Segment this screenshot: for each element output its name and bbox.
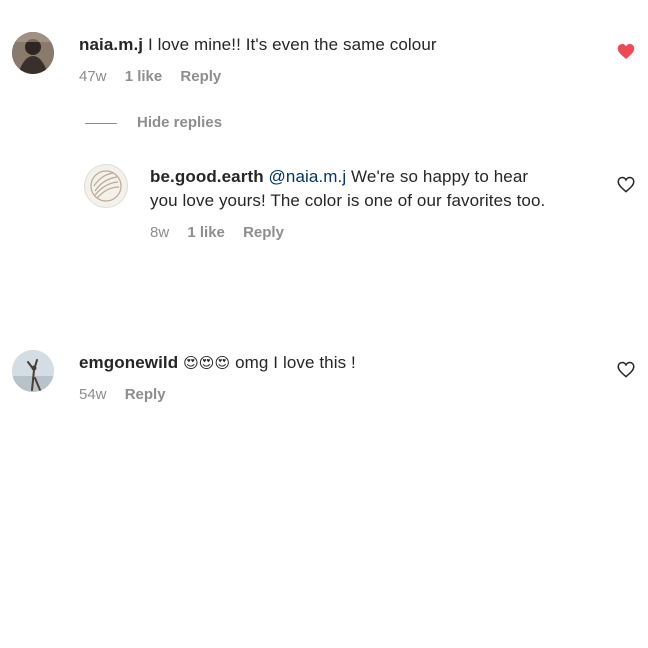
avatar[interactable] <box>12 350 54 392</box>
comment-body: naia.m.j I love mine!! It's even the sam… <box>79 33 437 57</box>
comment-text: omg I love this ! <box>235 353 356 372</box>
avatar-photo-icon <box>12 350 54 392</box>
divider <box>85 123 117 124</box>
comment-username[interactable]: naia.m.j <box>79 35 143 54</box>
reply-likes[interactable]: 1 like <box>187 224 225 241</box>
mention-link[interactable]: @naia.m.j <box>269 167 347 186</box>
comment-item: naia.m.j I love mine!! It's even the sam… <box>0 0 648 100</box>
comment-meta: 47w 1 like Reply <box>79 68 235 85</box>
reply-username[interactable]: be.good.earth <box>150 167 264 186</box>
reply-meta: 8w 1 like Reply <box>150 224 298 241</box>
reply-button[interactable]: Reply <box>243 224 284 241</box>
like-heart-icon[interactable] <box>617 43 635 65</box>
avatar[interactable] <box>12 32 54 74</box>
comment-username[interactable]: emgonewild <box>79 353 178 372</box>
like-heart-icon[interactable] <box>617 176 635 198</box>
comment-item: emgonewild 😍😍😍 omg I love this ! 54w Rep… <box>0 330 648 430</box>
reply-text-line1: We're so happy to hear <box>351 167 529 186</box>
comment-likes[interactable]: 1 like <box>125 68 163 85</box>
reply-item: be.good.earth @naia.m.j We're so happy t… <box>0 150 648 260</box>
reply-text-line2: you love yours! The color is one of our … <box>150 191 546 210</box>
emoji-group: 😍😍😍 <box>183 355 231 372</box>
like-heart-icon[interactable] <box>617 361 635 383</box>
comment-age: 54w <box>79 386 107 403</box>
comment-text: I love mine!! It's even the same colour <box>147 35 437 54</box>
hide-replies-label[interactable]: Hide replies <box>137 114 222 131</box>
reply-button[interactable]: Reply <box>125 386 166 403</box>
reply-button[interactable]: Reply <box>180 68 221 85</box>
avatar-photo-icon <box>12 32 54 74</box>
reply-body: be.good.earth @naia.m.j We're so happy t… <box>150 165 610 213</box>
comment-age: 47w <box>79 68 107 85</box>
avatar[interactable] <box>84 164 128 208</box>
reply-age: 8w <box>150 224 170 241</box>
brand-logo-icon <box>90 170 122 202</box>
comment-meta: 54w Reply <box>79 386 180 403</box>
comment-body: emgonewild 😍😍😍 omg I love this ! <box>79 351 356 376</box>
